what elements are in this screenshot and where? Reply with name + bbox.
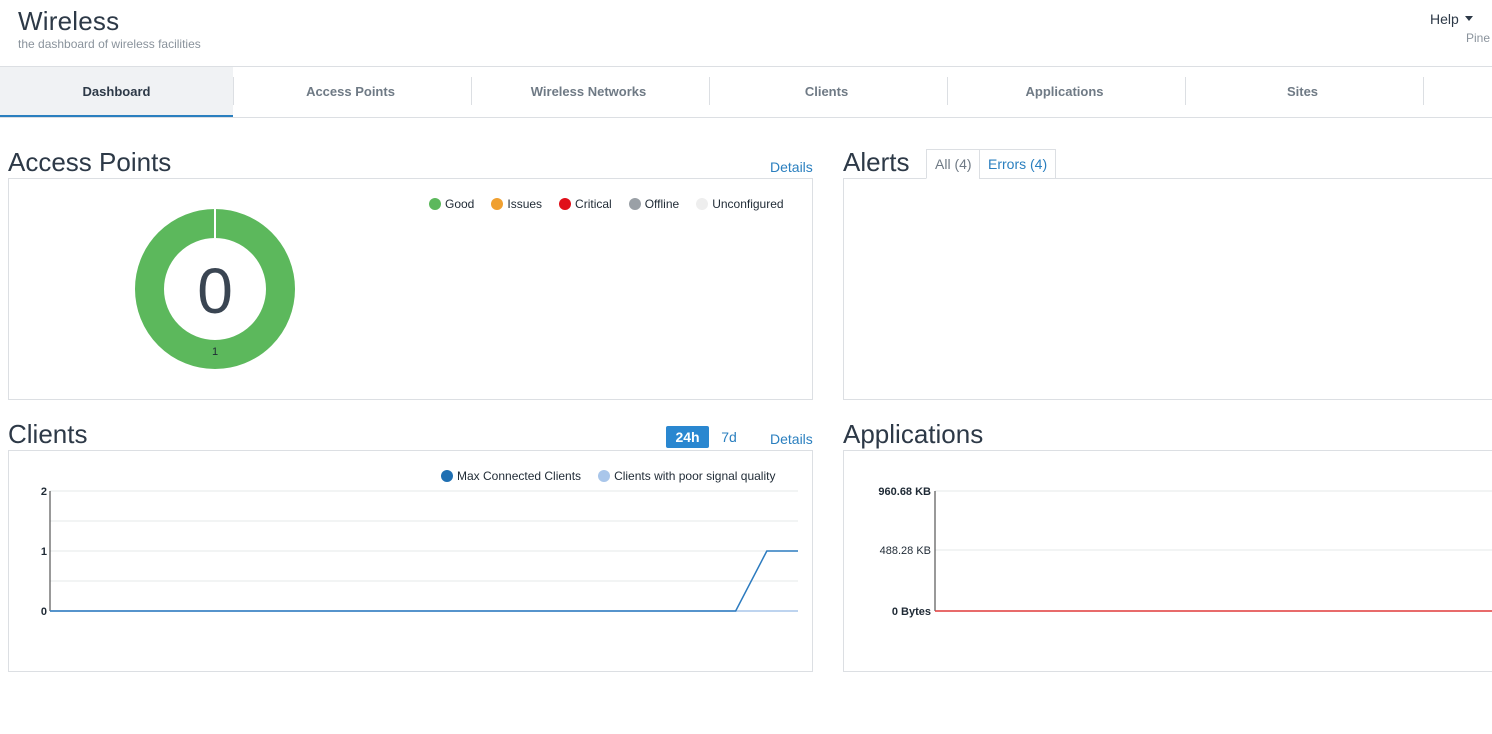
applications-y-tick-label: 960.68 KB [878,486,931,498]
clients-y-tick-label: 2 [41,486,47,498]
clients-y-tick-label: 0 [41,606,47,618]
range-7d-button[interactable]: 7d [715,426,743,448]
tab-divider [1423,77,1424,105]
tab-wireless-networks[interactable]: Wireless Networks [472,67,705,117]
app-subtitle: the dashboard of wireless facilities [18,37,201,51]
legend-item-good[interactable]: Good [429,197,474,211]
access-points-title: Access Points [8,147,172,177]
legend-label: Good [445,197,475,211]
app-header: Wireless the dashboard of wireless facil… [0,0,1492,67]
user-name: Pine [1466,31,1491,45]
clients-line-chart: 0 1 2 [41,486,798,618]
applications-panel: 0 Bytes 488.28 KB 960.68 KB [843,450,1492,672]
legend-item-unconfigured[interactable]: Unconfigured [696,197,784,211]
legend-dot [429,198,441,210]
legend-label: Critical [575,197,612,211]
legend-label: Offline [644,197,680,211]
clients-details-link[interactable]: Details [770,431,813,447]
app-title: Wireless [18,6,120,36]
legend-dot [559,198,572,210]
alerts-panel [843,178,1492,400]
access-points-panel: 0 1 Good Issues Critical Offline Unconfi… [8,178,813,400]
alerts-tab-errors[interactable]: Errors (4) [979,149,1057,179]
access-points-details-link[interactable]: Details [770,159,813,175]
legend-dot [696,198,709,210]
legend-item-offline[interactable]: Offline [628,197,680,211]
tab-clients[interactable]: Clients [710,67,943,117]
main-tabs: Dashboard Access Points Wireless Network… [0,67,1492,118]
applications-line-chart: 0 Bytes 488.28 KB 960.68 KB [878,486,1492,618]
legend-label: Issues [507,197,543,211]
applications-y-tick-label: 488.28 KB [880,545,931,557]
range-24h-button[interactable]: 24h [666,426,709,448]
access-points-donut-chart: 0 1 [135,209,295,369]
tab-dashboard[interactable]: Dashboard [0,67,233,117]
tab-sites[interactable]: Sites [1186,67,1419,117]
help-label: Help [1430,11,1459,27]
donut-center-value: 0 [197,255,233,327]
legend-dot [491,198,504,210]
access-points-legend: Good Issues Critical Offline Unconfigure… [429,197,784,211]
alerts-tab-all[interactable]: All (4) [926,149,981,179]
legend-dot [628,198,641,210]
clients-title: Clients [8,419,88,449]
clients-panel: Max Connected Clients Clients with poor … [8,450,813,672]
tab-access-points[interactable]: Access Points [234,67,467,117]
chevron-down-icon [1464,15,1473,21]
tab-applications[interactable]: Applications [948,67,1181,117]
alerts-title: Alerts [843,147,910,177]
legend-label: Unconfigured [712,197,784,211]
donut-segment-label: 1 [212,346,218,358]
applications-title: Applications [843,419,984,449]
applications-y-tick-label: 0 Bytes [892,606,931,618]
help-menu[interactable]: Help [1430,11,1473,27]
legend-item-issues[interactable]: Issues [491,197,542,211]
clients-y-tick-label: 1 [41,546,47,558]
legend-item-critical[interactable]: Critical [559,197,612,211]
